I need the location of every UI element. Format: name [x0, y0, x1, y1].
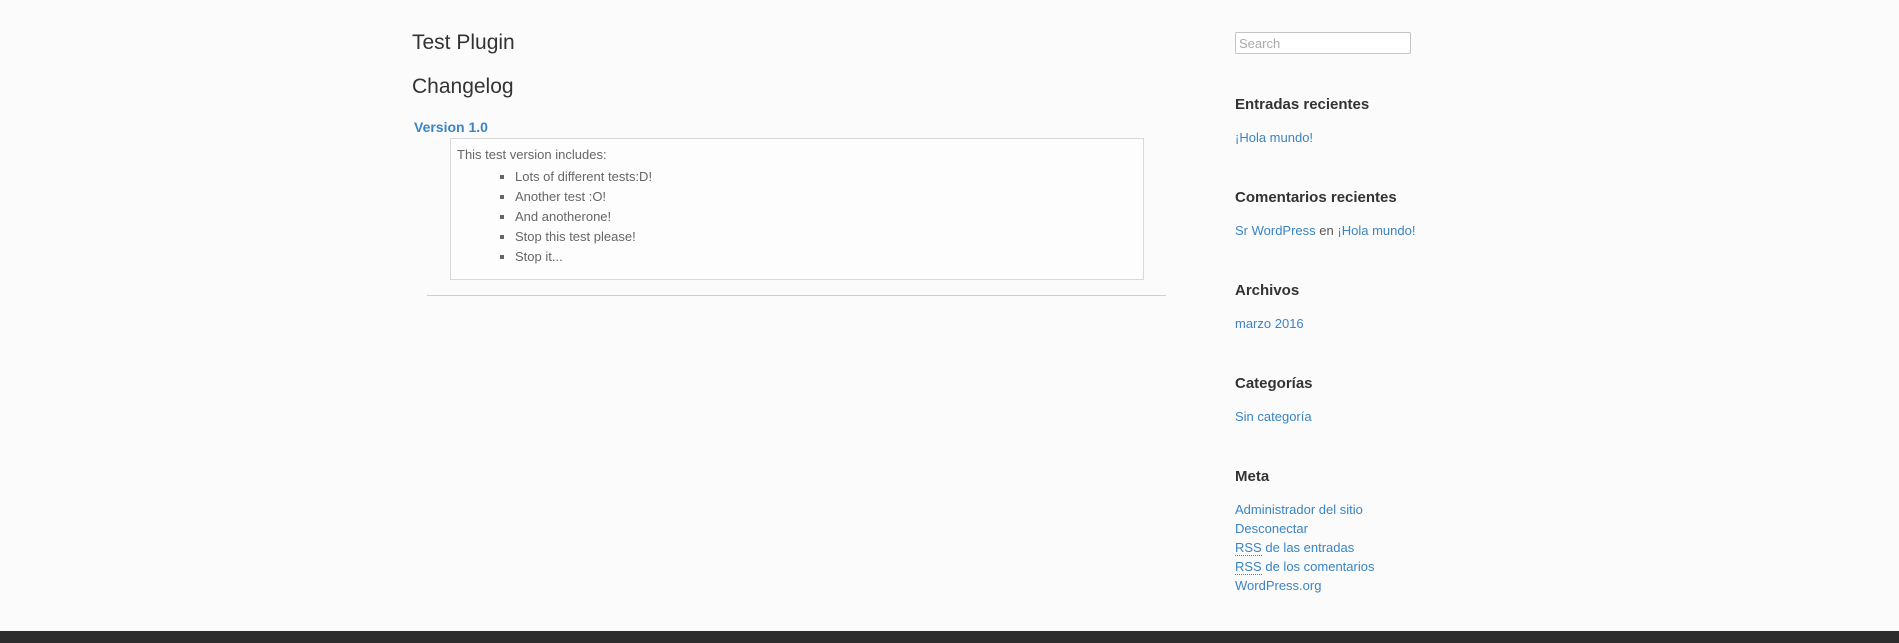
changelog-item: Stop this test please!: [515, 227, 1143, 247]
widget-meta: Meta Administrador del sitio Desconectar…: [1235, 467, 1374, 595]
rss-comments-text: de los comentarios: [1265, 559, 1375, 574]
wordpress-org-link[interactable]: WordPress.org: [1235, 578, 1321, 593]
comment-author-link[interactable]: Sr WordPress: [1235, 223, 1316, 238]
widget-recent-comments: Comentarios recientes Sr WordPress en ¡H…: [1235, 188, 1415, 240]
changelog-heading: Changelog: [412, 75, 514, 98]
changelog-intro: This test version includes:: [457, 147, 607, 162]
changelog-item: Lots of different tests:D!: [515, 167, 1143, 187]
rss-entries-text: de las entradas: [1265, 540, 1355, 555]
search-input[interactable]: [1235, 32, 1411, 54]
changelog-item: Another test :O!: [515, 187, 1143, 207]
recent-post-link[interactable]: ¡Hola mundo!: [1235, 130, 1313, 145]
recent-comment-item: Sr WordPress en ¡Hola mundo!: [1235, 221, 1415, 240]
footer-bar: [0, 631, 1899, 643]
plugin-title: Test Plugin: [412, 31, 515, 54]
widget-title-recent-comments: Comentarios recientes: [1235, 189, 1397, 206]
site-admin-link[interactable]: Administrador del sitio: [1235, 502, 1363, 517]
divider: [427, 295, 1166, 296]
widget-title-archives: Archivos: [1235, 282, 1300, 299]
widget-title-recent-posts: Entradas recientes: [1235, 96, 1370, 113]
changelog-item: Stop it...: [515, 247, 1143, 267]
category-link[interactable]: Sin categoría: [1235, 409, 1312, 424]
widget-title-meta: Meta: [1235, 468, 1270, 485]
changelog-list: Lots of different tests:D! Another test …: [457, 167, 1143, 267]
logout-link[interactable]: Desconectar: [1235, 521, 1308, 536]
rss-comments-link[interactable]: RSS de los comentarios: [1235, 559, 1374, 575]
rss-abbr: RSS: [1235, 540, 1262, 556]
widget-title-categories: Categorías: [1235, 375, 1313, 392]
comment-post-link[interactable]: ¡Hola mundo!: [1337, 223, 1415, 238]
widget-recent-posts: Entradas recientes ¡Hola mundo!: [1235, 95, 1369, 147]
rss-entries-link[interactable]: RSS de las entradas: [1235, 540, 1354, 556]
comment-connector: en: [1319, 223, 1334, 238]
sidebar: Entradas recientes ¡Hola mundo! Comentar…: [1235, 32, 1445, 593]
main-content: Test Plugin Changelog Version 1.0 This t…: [412, 30, 1167, 296]
changelog-item: And anotherone!: [515, 207, 1143, 227]
archive-link[interactable]: marzo 2016: [1235, 316, 1304, 331]
changelog-notes-box: This test version includes: Lots of diff…: [450, 138, 1144, 280]
widget-archives: Archivos marzo 2016: [1235, 281, 1304, 333]
widget-categories: Categorías Sin categoría: [1235, 374, 1313, 426]
rss-abbr: RSS: [1235, 559, 1262, 575]
version-link[interactable]: Version 1.0: [414, 118, 1167, 136]
